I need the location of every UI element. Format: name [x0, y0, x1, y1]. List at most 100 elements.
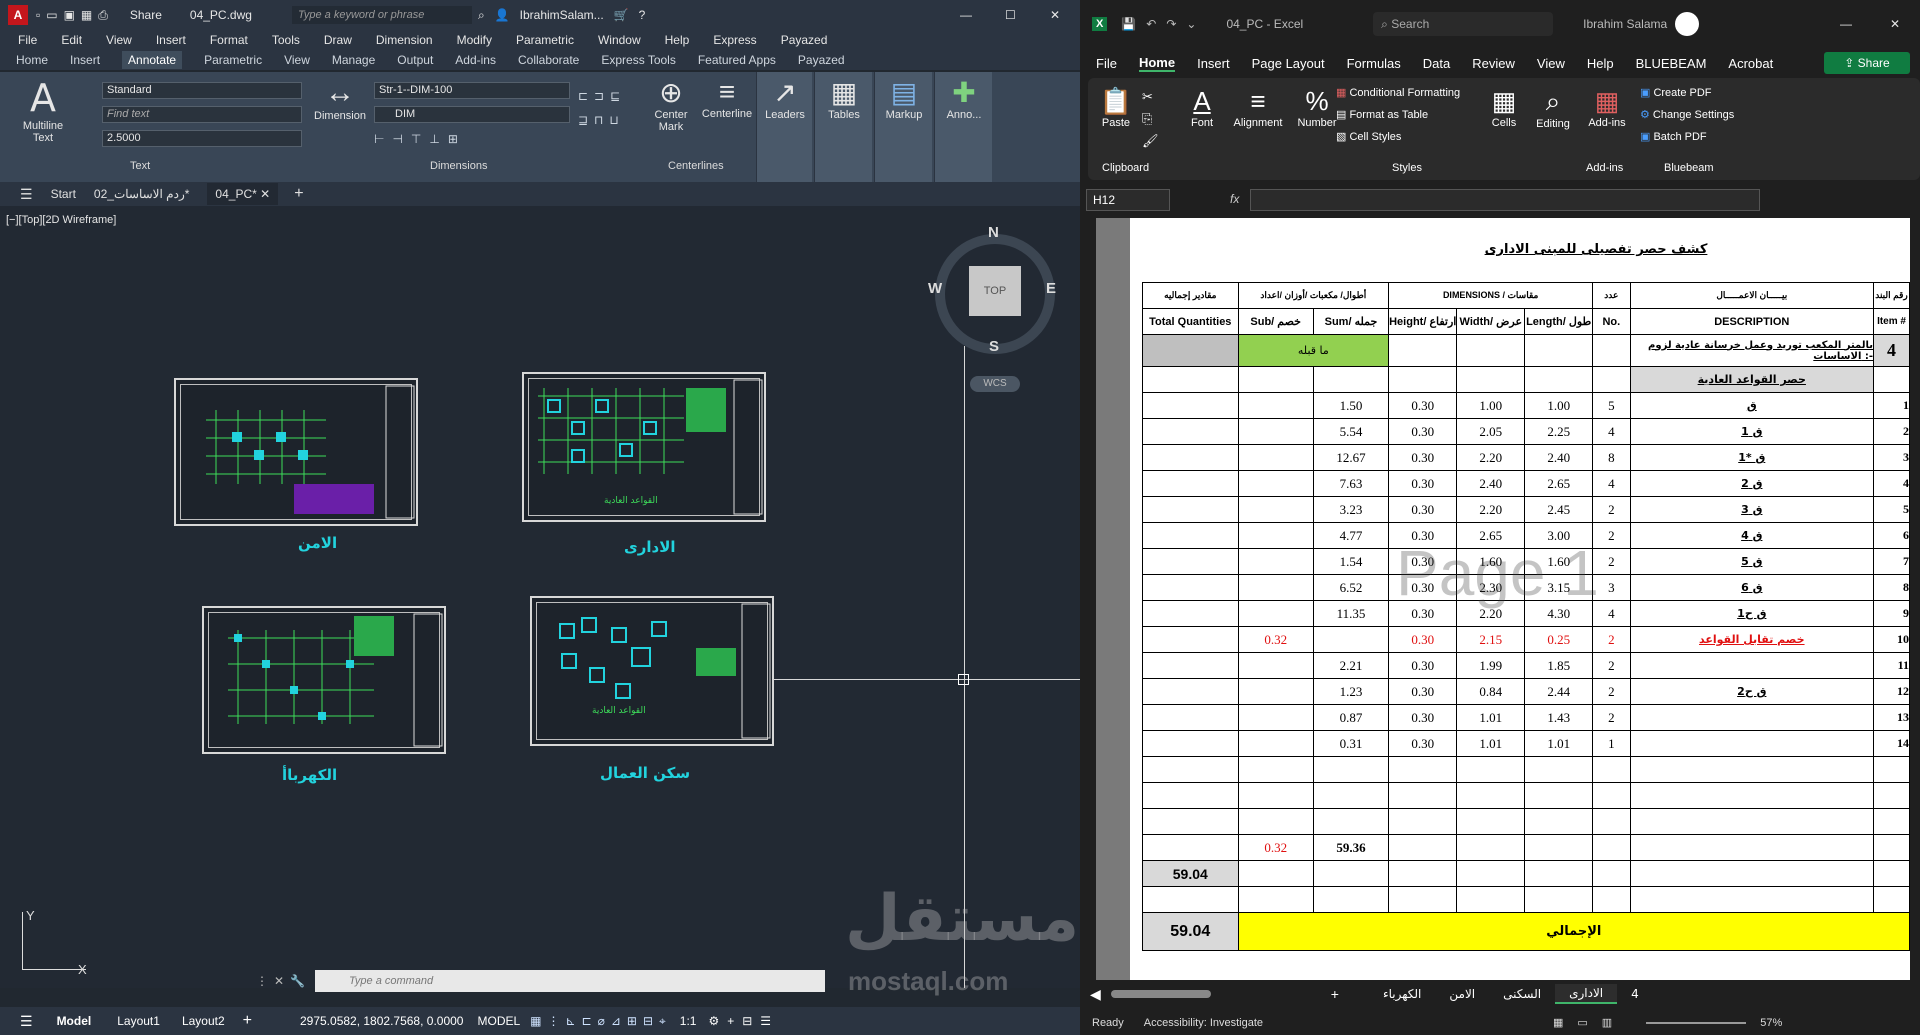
- drawing-viewport[interactable]: [−][Top][2D Wireframe] N S E W TOP WCS ا…: [0, 206, 1080, 996]
- layout2-tab[interactable]: Layout2: [182, 1014, 225, 1028]
- sub-cell[interactable]: [1237, 392, 1314, 419]
- menu-item[interactable]: Edit: [61, 33, 82, 47]
- height-cell[interactable]: 0.30: [1388, 392, 1458, 419]
- grand-total-label[interactable]: الإجمالي: [1237, 912, 1910, 951]
- cell[interactable]: [1456, 834, 1526, 861]
- center-mark-button[interactable]: ⊕ Center Mark: [648, 76, 694, 133]
- command-input[interactable]: Type a command: [315, 970, 825, 992]
- sum-cell[interactable]: 2.21: [1312, 652, 1390, 679]
- quick-access-icons[interactable]: 💾↶↷⌄: [1121, 17, 1206, 31]
- ribbon-tab[interactable]: Payazed: [798, 51, 845, 69]
- formula-input[interactable]: [1250, 189, 1760, 211]
- ribbon-tab[interactable]: Featured Apps: [698, 51, 776, 69]
- hamburger-icon[interactable]: ☰: [20, 186, 33, 203]
- cell[interactable]: [1456, 334, 1526, 367]
- add-layout-icon[interactable]: +: [243, 1012, 252, 1030]
- sum-cell[interactable]: 1.54: [1312, 548, 1390, 575]
- total-cell[interactable]: [1142, 730, 1239, 757]
- length-cell[interactable]: 1.43: [1524, 704, 1594, 731]
- sub-cell[interactable]: [1237, 704, 1314, 731]
- minimize-icon[interactable]: —: [960, 8, 972, 22]
- leaders-panel[interactable]: ↗ Leaders: [756, 72, 812, 182]
- item-cell[interactable]: 2: [1873, 418, 1910, 445]
- cell[interactable]: [1312, 756, 1390, 783]
- item-cell[interactable]: 8: [1873, 574, 1910, 601]
- ribbon-tab[interactable]: View: [284, 51, 310, 69]
- cell[interactable]: [1237, 886, 1314, 913]
- header-width[interactable]: Width/ عرض: [1456, 308, 1526, 335]
- height-cell[interactable]: 0.30: [1388, 652, 1458, 679]
- length-cell[interactable]: 2.40: [1524, 444, 1594, 471]
- count-cell[interactable]: 2: [1592, 626, 1631, 653]
- paste-button[interactable]: 📋 Paste: [1096, 86, 1136, 129]
- cell[interactable]: [1629, 860, 1875, 887]
- sum-cell[interactable]: 4.77: [1312, 522, 1390, 549]
- cell[interactable]: [1629, 886, 1875, 913]
- cell[interactable]: [1312, 782, 1390, 809]
- cell[interactable]: [1142, 886, 1239, 913]
- cell[interactable]: [1142, 808, 1239, 835]
- clipboard-tools[interactable]: ✂ ⎘ 🖌: [1142, 86, 1159, 152]
- cell[interactable]: [1388, 860, 1458, 887]
- sub-total[interactable]: 0.32: [1237, 834, 1314, 861]
- menu-item[interactable]: Home: [1138, 55, 1176, 72]
- horizontal-scrollbar[interactable]: [1110, 990, 1211, 998]
- menu-item[interactable]: File: [18, 33, 37, 47]
- total-cell[interactable]: [1142, 444, 1239, 471]
- width-cell[interactable]: 2.05: [1456, 418, 1526, 445]
- cell[interactable]: [1388, 756, 1458, 783]
- height-cell[interactable]: 0.30: [1388, 730, 1458, 757]
- cell[interactable]: [1629, 782, 1875, 809]
- viewcube-s[interactable]: S: [989, 338, 999, 355]
- close-tab-icon[interactable]: ✕: [260, 187, 270, 201]
- close-icon[interactable]: ✕: [1050, 8, 1060, 22]
- alignment-button[interactable]: ≡ Alignment: [1228, 86, 1288, 129]
- sum-cell[interactable]: 0.87: [1312, 704, 1390, 731]
- maximize-icon[interactable]: ☐: [1005, 8, 1016, 22]
- sum-cell[interactable]: 3.23: [1312, 496, 1390, 523]
- header-no[interactable]: No.: [1592, 308, 1631, 335]
- count-cell[interactable]: 8: [1592, 444, 1631, 471]
- viewcube-top-face[interactable]: TOP: [969, 266, 1021, 316]
- description-cell[interactable]: ق ح2: [1629, 678, 1875, 705]
- cells-button[interactable]: ▦ Cells: [1484, 86, 1524, 129]
- description-cell[interactable]: [1629, 704, 1875, 731]
- cell[interactable]: [1592, 808, 1631, 835]
- menu-item[interactable]: Express: [713, 33, 756, 47]
- zoom-level[interactable]: 57%: [1760, 1017, 1782, 1029]
- total-cell[interactable]: [1142, 496, 1239, 523]
- cell[interactable]: [1873, 860, 1910, 887]
- header-item-ar[interactable]: رقم البند: [1873, 282, 1910, 309]
- description-cell[interactable]: ق 3: [1629, 496, 1875, 523]
- cell[interactable]: [1237, 808, 1314, 835]
- anno-button[interactable]: ✚ Anno...: [935, 76, 993, 121]
- header-height[interactable]: Height/ ارتفاع: [1388, 308, 1458, 335]
- count-cell[interactable]: 4: [1592, 470, 1631, 497]
- menu-item[interactable]: Payazed: [781, 33, 828, 47]
- dim-tool-icons[interactable]: ⊢⊣⊤⊥⊞: [374, 132, 466, 146]
- count-cell[interactable]: 5: [1592, 392, 1631, 419]
- cell[interactable]: [1524, 834, 1594, 861]
- file-tab-radm[interactable]: 02_ردم الاساسات*: [94, 187, 190, 201]
- centerline-button[interactable]: ≡ Centerline: [698, 76, 756, 120]
- sheet-idary[interactable]: القواعد العادية: [522, 372, 766, 522]
- count-cell[interactable]: 2: [1592, 704, 1631, 731]
- search-input[interactable]: Type a keyword or phrase: [291, 6, 472, 24]
- height-cell[interactable]: 0.30: [1388, 704, 1458, 731]
- cell[interactable]: [1524, 782, 1594, 809]
- height-cell[interactable]: 0.30: [1388, 418, 1458, 445]
- length-cell[interactable]: 1.85: [1524, 652, 1594, 679]
- item-cell[interactable]: 4: [1873, 470, 1910, 497]
- sub-cell[interactable]: [1237, 444, 1314, 471]
- header-sum[interactable]: Sum/ جمله: [1312, 308, 1390, 335]
- cell[interactable]: [1388, 834, 1458, 861]
- header-dims[interactable]: DIMENSIONS / مقاسات: [1388, 282, 1594, 309]
- cell[interactable]: [1142, 834, 1239, 861]
- menu-item[interactable]: Review: [1472, 56, 1515, 71]
- sum-cell[interactable]: 7.63: [1312, 470, 1390, 497]
- width-cell[interactable]: 0.84: [1456, 678, 1526, 705]
- menu-item[interactable]: Modify: [457, 33, 492, 47]
- item-cell[interactable]: 11: [1873, 652, 1910, 679]
- cell[interactable]: [1456, 808, 1526, 835]
- minimize-icon[interactable]: —: [1840, 17, 1852, 31]
